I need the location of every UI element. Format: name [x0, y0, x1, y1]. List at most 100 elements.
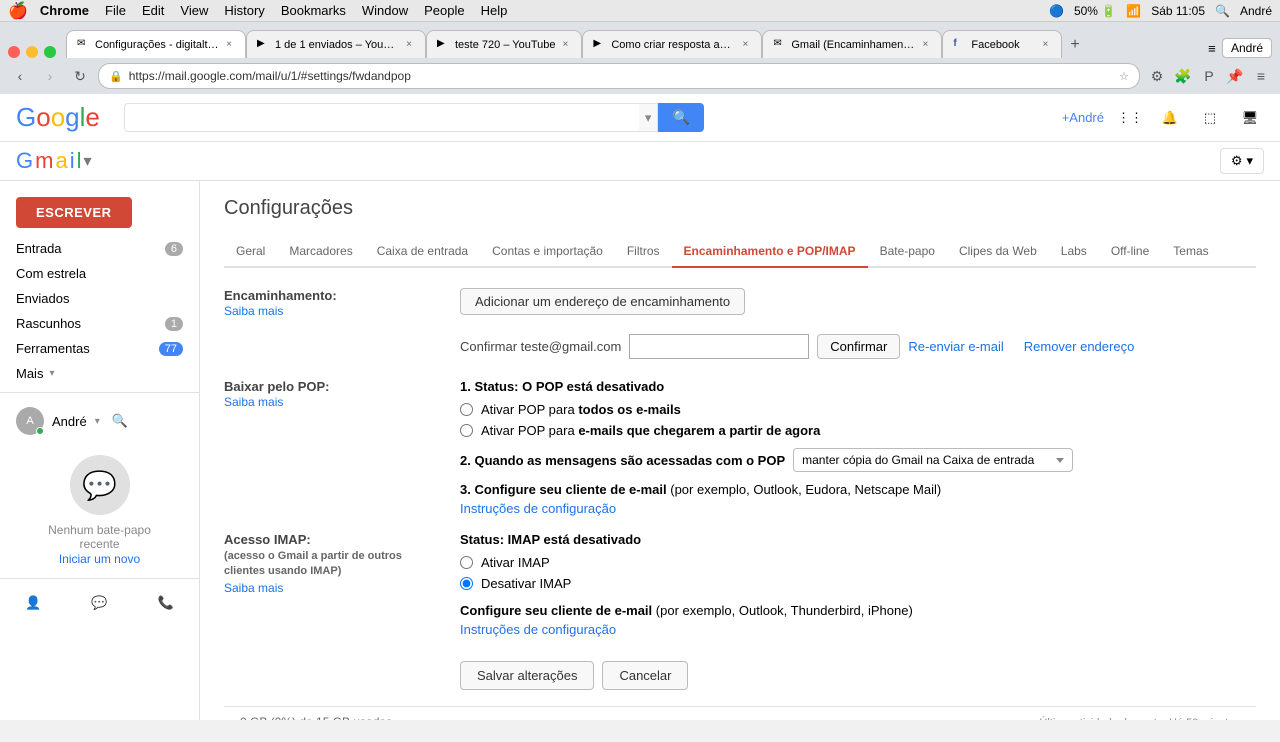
imap-disable-row[interactable]: Desativar IMAP: [460, 576, 1256, 591]
nav-geral[interactable]: Geral: [224, 236, 277, 266]
menu-people[interactable]: People: [424, 3, 464, 18]
tab-6[interactable]: f Facebook ×: [942, 30, 1062, 58]
nav-filtros[interactable]: Filtros: [615, 236, 672, 266]
imap-instructions-link[interactable]: Instruções de configuração: [460, 622, 1256, 637]
close-window-btn[interactable]: [8, 46, 20, 58]
pop-instructions-link[interactable]: Instruções de configuração: [460, 501, 1256, 516]
nav-batepapo[interactable]: Bate-papo: [868, 236, 947, 266]
nav-offline[interactable]: Off-line: [1099, 236, 1161, 266]
pop-option2-radio[interactable]: [460, 424, 473, 437]
tab-6-close[interactable]: ×: [1040, 38, 1052, 51]
imap-enable-row[interactable]: Ativar IMAP: [460, 555, 1256, 570]
maximize-window-btn[interactable]: [44, 46, 56, 58]
tab-list-btn[interactable]: ≡: [1202, 38, 1222, 58]
extension-icon-2[interactable]: P: [1198, 65, 1220, 87]
extension-icon-3[interactable]: 📌: [1224, 65, 1246, 87]
reload-button[interactable]: ↻: [68, 64, 92, 88]
new-tab-button[interactable]: +: [1062, 32, 1087, 58]
nav-marcadores[interactable]: Marcadores: [277, 236, 364, 266]
sent-label: Enviados: [16, 291, 69, 306]
sidebar-item-tools[interactable]: Ferramentas 77: [0, 336, 199, 361]
tab-5[interactable]: ✉ Gmail (Encaminhamento ... ×: [762, 30, 942, 58]
add-forwarding-button[interactable]: Adicionar um endereço de encaminhamento: [460, 288, 745, 315]
sidebar-item-inbox[interactable]: Entrada 6: [0, 236, 199, 261]
tab-3[interactable]: ▶ teste 720 – YouTube ×: [426, 30, 582, 58]
sidebar-item-more[interactable]: Mais ▾: [0, 361, 199, 386]
menu-window[interactable]: Window: [362, 3, 408, 18]
pop-option1-radio[interactable]: [460, 403, 473, 416]
forwarding-learn-more[interactable]: Saiba mais: [224, 304, 283, 318]
nav-labs[interactable]: Labs: [1049, 236, 1099, 266]
menu-history[interactable]: History: [224, 3, 264, 18]
user-dropdown-icon[interactable]: ▾: [95, 416, 100, 427]
pop-learn-more[interactable]: Saiba mais: [224, 395, 283, 409]
remove-address-link[interactable]: Remover endereço: [1024, 339, 1135, 354]
tab-2[interactable]: ▶ 1 de 1 enviados – YouTube ×: [246, 30, 426, 58]
gmail-dropdown[interactable]: ▾: [83, 151, 91, 171]
menu-bookmarks[interactable]: Bookmarks: [281, 3, 346, 18]
user-label[interactable]: André: [1240, 4, 1272, 18]
resend-email-link[interactable]: Re-enviar e-mail: [908, 339, 1003, 354]
extension-icon-4[interactable]: ≡: [1250, 65, 1272, 87]
tab-3-close[interactable]: ×: [560, 38, 572, 51]
tab-5-close[interactable]: ×: [920, 38, 932, 51]
sidebar-search-button[interactable]: 🔍: [108, 409, 132, 433]
search-dropdown[interactable]: ▾: [639, 103, 659, 132]
search-input[interactable]: [135, 110, 629, 125]
pop-option2-row[interactable]: Ativar POP para e-mails que chegarem a p…: [460, 423, 1256, 438]
extension-icon-1[interactable]: 🧩: [1172, 65, 1194, 87]
screen-icon[interactable]: 🖥: [1236, 104, 1264, 132]
sidebar-user[interactable]: A André ▾ 🔍: [0, 399, 199, 443]
back-button[interactable]: ‹: [8, 64, 32, 88]
save-changes-button[interactable]: Salvar alterações: [460, 661, 594, 690]
start-chat-link[interactable]: Iniciar um novo: [59, 552, 140, 566]
tab-1[interactable]: ✉ Configurações - digitaltit... ×: [66, 30, 246, 58]
search-button[interactable]: 🔍: [658, 103, 703, 132]
search-input-container[interactable]: [124, 103, 639, 132]
nav-temas[interactable]: Temas: [1161, 236, 1220, 266]
settings-icon[interactable]: ⚙: [1146, 65, 1168, 87]
chat-icon[interactable]: 💬: [66, 587, 132, 619]
apple-menu[interactable]: 🍎: [8, 1, 28, 21]
minimize-window-btn[interactable]: [26, 46, 38, 58]
profile-button[interactable]: André: [1222, 38, 1272, 58]
imap-learn-more[interactable]: Saiba mais: [224, 581, 283, 595]
avatar: A: [16, 407, 44, 435]
wifi-icon: 📶: [1126, 4, 1141, 18]
nav-contas[interactable]: Contas e importação: [480, 236, 615, 266]
phone-icon[interactable]: 📞: [133, 587, 199, 619]
imap-enable-radio[interactable]: [460, 556, 473, 569]
tab-2-close[interactable]: ×: [403, 38, 415, 51]
menu-chrome[interactable]: Chrome: [40, 3, 89, 18]
sidebar-item-starred[interactable]: Com estrela: [0, 261, 199, 286]
menu-help[interactable]: Help: [481, 3, 508, 18]
search-icon-menubar[interactable]: 🔍: [1215, 4, 1230, 18]
tab-1-close[interactable]: ×: [223, 38, 235, 51]
tab-4-close[interactable]: ×: [740, 38, 752, 51]
notifications-icon[interactable]: 🔔: [1156, 104, 1184, 132]
cancel-button[interactable]: Cancelar: [602, 661, 688, 690]
forward-button[interactable]: ›: [38, 64, 62, 88]
menu-edit[interactable]: Edit: [142, 3, 164, 18]
plus-andre[interactable]: +André: [1062, 110, 1104, 125]
apps-icon[interactable]: ⋮⋮: [1116, 104, 1144, 132]
sidebar-item-sent[interactable]: Enviados: [0, 286, 199, 311]
nav-clipes[interactable]: Clipes da Web: [947, 236, 1049, 266]
bookmark-icon[interactable]: ☆: [1119, 70, 1129, 83]
compose-button[interactable]: ESCREVER: [16, 197, 132, 228]
url-bar[interactable]: 🔒 https://mail.google.com/mail/u/1/#sett…: [98, 63, 1140, 89]
share-icon[interactable]: ⬚: [1196, 104, 1224, 132]
confirm-button[interactable]: Confirmar: [817, 334, 900, 359]
menu-view[interactable]: View: [180, 3, 208, 18]
confirm-email-input[interactable]: [629, 334, 809, 359]
sidebar-item-drafts[interactable]: Rascunhos 1: [0, 311, 199, 336]
pop-step2-select[interactable]: manter cópia do Gmail na Caixa de entrad…: [793, 448, 1073, 472]
settings-gear-btn[interactable]: ⚙ ▾: [1220, 148, 1264, 174]
pop-option1-row[interactable]: Ativar POP para todos os e-mails: [460, 402, 1256, 417]
tab-4[interactable]: ▶ Como criar resposta autom... ×: [582, 30, 762, 58]
contacts-icon[interactable]: 👤: [0, 587, 66, 619]
nav-caixa[interactable]: Caixa de entrada: [365, 236, 480, 266]
menu-file[interactable]: File: [105, 3, 126, 18]
nav-encaminhamento[interactable]: Encaminhamento e POP/IMAP: [672, 236, 868, 268]
imap-disable-radio[interactable]: [460, 577, 473, 590]
